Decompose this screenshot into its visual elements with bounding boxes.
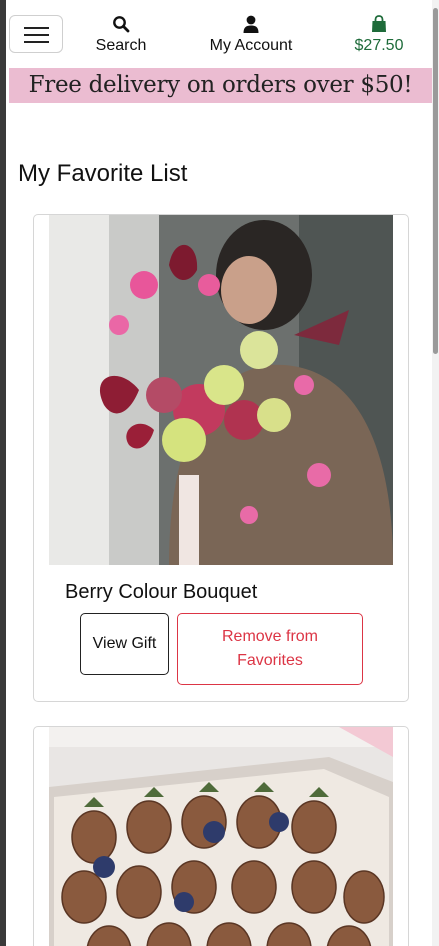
favorite-card: Berry Colour Bouquet View Gift Remove fr… xyxy=(33,214,409,702)
search-link[interactable]: Search xyxy=(90,14,152,55)
cart-total: $27.50 xyxy=(354,37,404,54)
hamburger-bar xyxy=(24,34,49,36)
search-label: Search xyxy=(95,37,147,54)
cart-link[interactable]: $27.50 xyxy=(349,14,409,55)
product-name: Berry Colour Bouquet xyxy=(65,581,258,603)
bouquet-photo xyxy=(49,215,393,565)
favorite-card xyxy=(33,726,409,946)
account-link[interactable]: My Account xyxy=(201,14,301,55)
promo-banner: Free delivery on orders over $50! xyxy=(9,68,432,103)
shopping-bag-icon xyxy=(372,15,386,32)
search-icon xyxy=(113,16,130,33)
scrollbar-thumb[interactable] xyxy=(433,8,438,354)
view-gift-button[interactable]: View Gift xyxy=(80,613,169,675)
remove-from-favorites-button[interactable]: Remove from Favorites xyxy=(177,613,363,685)
hamburger-menu-icon xyxy=(24,27,49,29)
page-title: My Favorite List xyxy=(18,160,188,187)
user-icon xyxy=(243,15,259,33)
account-label: My Account xyxy=(209,37,293,54)
page-scrollbar[interactable] xyxy=(432,0,439,946)
chocolate-strawberries-photo xyxy=(49,727,393,946)
hamburger-bar xyxy=(24,41,49,43)
menu-toggle-button[interactable] xyxy=(9,15,63,53)
page-viewport: Search My Account $27.50 Free delivery o… xyxy=(6,0,432,946)
